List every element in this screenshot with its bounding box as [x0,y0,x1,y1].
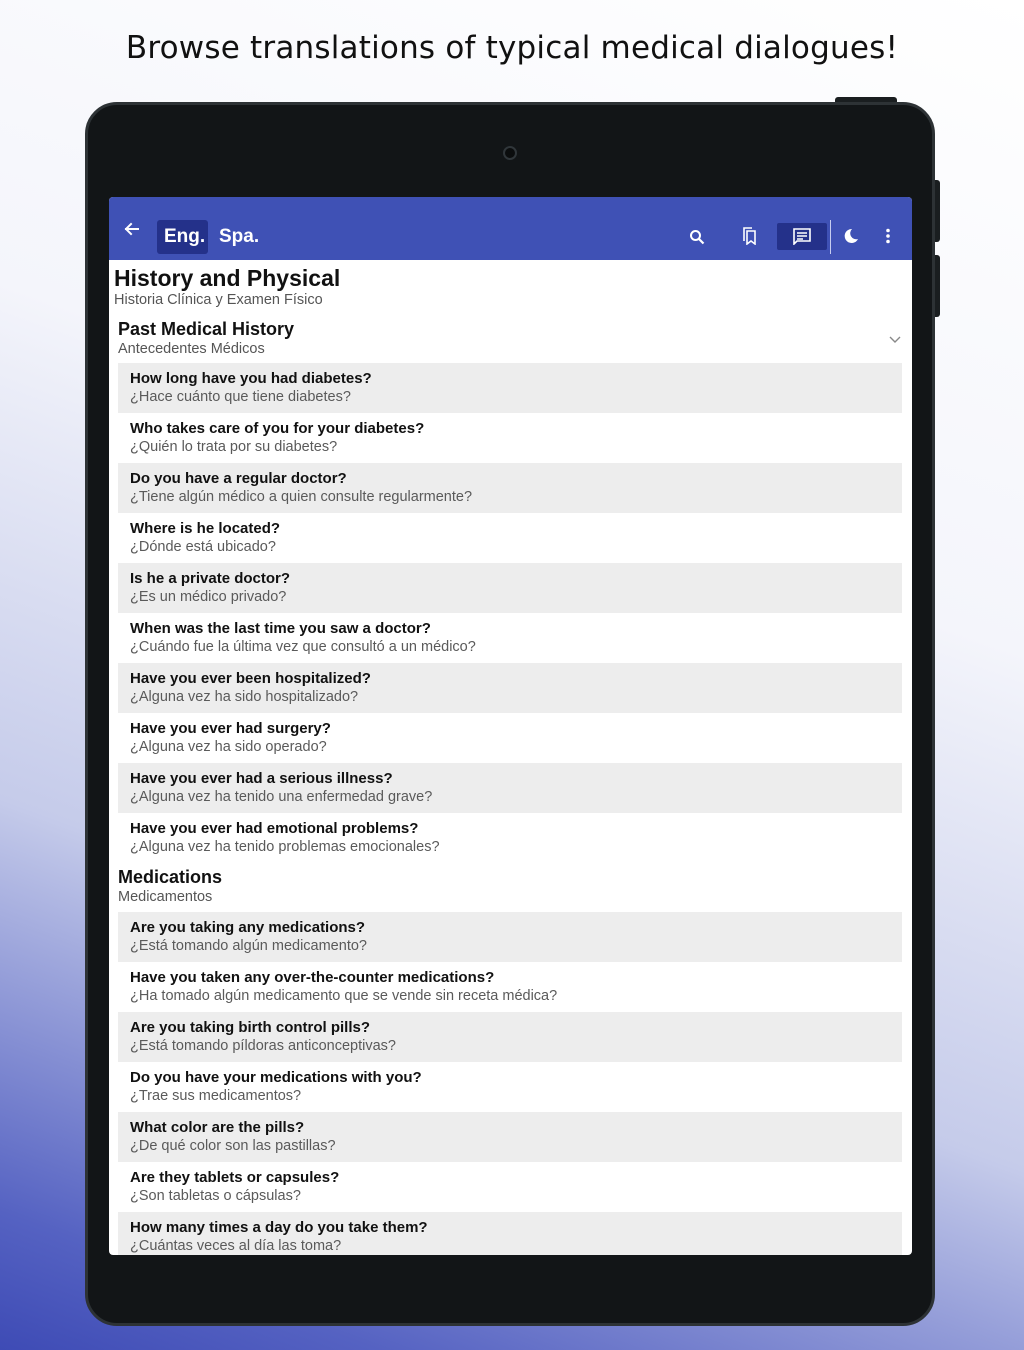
phrase-english: How many times a day do you take them? [130,1219,428,1236]
phrase-spanish: ¿Alguna vez ha sido operado? [130,739,327,755]
phrase-english: Do you have a regular doctor? [130,470,347,487]
phrase-english: Do you have your medications with you? [130,1069,422,1086]
page-title: History and Physical [114,265,341,291]
phrase-row[interactable]: Have you taken any over-the-counter medi… [118,962,902,1012]
phrase-spanish: ¿Ha tomado algún medicamento que se vend… [130,988,558,1004]
section-past-medical-history: Past Medical History Antecedentes Médico… [114,310,912,863]
section-subtitle: Antecedentes Médicos [118,341,265,357]
phrase-english: When was the last time you saw a doctor? [130,620,431,637]
phrase-english: Have you taken any over-the-counter medi… [130,969,495,986]
phrase-english: Are you taking birth control pills? [130,1019,371,1036]
phrase-english: Have you ever had a serious illness? [130,770,393,787]
phrase-english: What color are the pills? [130,1119,305,1136]
phrase-row[interactable]: Are they tablets or capsules? ¿Son tablet… [118,1162,902,1212]
appbar-divider [830,220,831,254]
phrase-row[interactable]: Do you have a regular doctor? ¿Tiene algú… [118,463,902,513]
phrase-row[interactable]: Where is he located? ¿Dónde está ubicado? [118,513,902,563]
phrase-row[interactable]: How many times a day do you take them? ¿C… [118,1212,902,1255]
phrase-spanish: ¿Cuántas veces al día las toma? [130,1238,342,1254]
section-title: Medications [118,867,223,887]
phrase-spanish: ¿Alguna vez ha sido hospitalizado? [130,689,359,705]
search-icon[interactable] [686,226,708,248]
phrase-row[interactable]: Do you have your medications with you? ¿T… [118,1062,902,1112]
phrase-spanish: ¿De qué color son las pastillas? [130,1138,336,1154]
dialogue-icon[interactable] [777,223,827,250]
phrase-row[interactable]: Have you ever had surgery? ¿Alguna vez ha… [118,713,902,763]
phrase-english: Are you taking any medications? [130,919,366,936]
phrase-english: Is he a private doctor? [130,570,291,587]
phrase-list: How long have you had diabetes? ¿Hace cuá… [118,363,902,863]
app-screen: Eng. Spa. History and Physical Historia … [109,197,912,1255]
bookmarks-icon[interactable] [739,225,761,247]
phrase-row[interactable]: What color are the pills? ¿De qué color s… [118,1112,902,1162]
more-vert-icon[interactable] [877,225,899,247]
phrase-row[interactable]: Is he a private doctor? ¿Es un médico pri… [118,563,902,613]
phrase-spanish: ¿Es un médico privado? [130,589,287,605]
phrase-row[interactable]: Are you taking birth control pills? ¿Está… [118,1012,902,1062]
phrase-row[interactable]: Are you taking any medications? ¿Está tom… [118,912,902,962]
language-secondary-toggle[interactable]: Spa. [212,220,266,254]
phrase-row[interactable]: How long have you had diabetes? ¿Hace cuá… [118,363,902,413]
section-header[interactable]: Past Medical History Antecedentes Médico… [118,310,912,363]
phrase-spanish: ¿Trae sus medicamentos? [130,1088,302,1104]
phrase-spanish: ¿Alguna vez ha tenido una enfermedad gra… [130,789,433,805]
language-primary-toggle[interactable]: Eng. [157,220,208,254]
phrase-english: How long have you had diabetes? [130,370,372,387]
promo-title: Browse translations of typical medical d… [125,30,899,66]
phrase-english: Have you ever had surgery? [130,720,331,737]
dark-mode-icon[interactable] [840,225,862,247]
section-title: Past Medical History [118,319,295,339]
phrase-english: Have you ever been hospitalized? [130,670,371,687]
section-medications: Medications Medicamentos Are you taking … [114,863,912,1255]
phrase-spanish: ¿Cuándo fue la última vez que consultó a… [130,639,476,655]
chevron-down-icon[interactable] [888,332,902,346]
camera-icon [503,146,517,160]
phrase-spanish: ¿Dónde está ubicado? [130,539,276,555]
phrase-english: Are they tablets or capsules? [130,1169,340,1186]
phrase-row[interactable]: Who takes care of you for your diabetes?… [118,413,902,463]
phrase-english: Who takes care of you for your diabetes? [130,420,425,437]
section-header[interactable]: Medications Medicamentos [118,863,912,912]
phrase-spanish: ¿Hace cuánto que tiene diabetes? [130,389,351,405]
phrase-english: Have you ever had emotional problems? [130,820,419,837]
phrase-row[interactable]: Have you ever had a serious illness? ¿Alg… [118,763,902,813]
phrase-english: Where is he located? [130,520,281,537]
page-subtitle: Historia Clínica y Examen Físico [114,292,323,308]
arrow-back-icon[interactable] [119,217,143,241]
phrase-row[interactable]: Have you ever been hospitalized? ¿Alguna … [118,663,902,713]
phrase-spanish: ¿Está tomando algún medicamento? [130,938,367,954]
phrase-spanish: ¿Está tomando píldoras anticonceptivas? [130,1038,396,1054]
phrase-list: Are you taking any medications? ¿Está tom… [118,912,902,1255]
content-area: History and Physical Historia Clínica y … [109,260,912,1255]
phrase-spanish: ¿Son tabletas o cápsulas? [130,1188,301,1204]
phrase-spanish: ¿Quién lo trata por su diabetes? [130,439,338,455]
phrase-row[interactable]: When was the last time you saw a doctor?… [118,613,902,663]
section-subtitle: Medicamentos [118,889,213,905]
phrase-spanish: ¿Alguna vez ha tenido problemas emociona… [130,839,440,855]
phrase-row[interactable]: Have you ever had emotional problems? ¿Al… [118,813,902,863]
app-bar: Eng. Spa. [109,197,912,260]
phrase-spanish: ¿Tiene algún médico a quien consulte reg… [130,489,473,505]
